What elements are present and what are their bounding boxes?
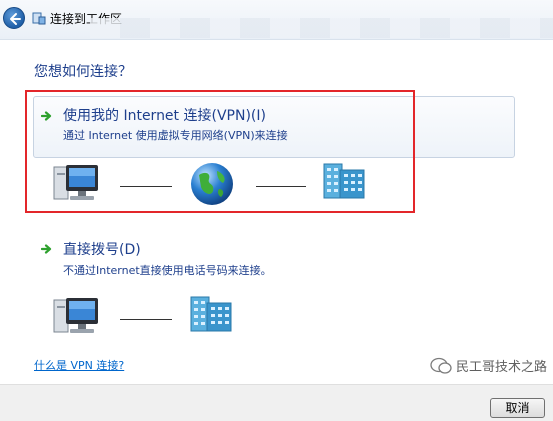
option-dialup-title[interactable]: 直接拨号(D) xyxy=(63,239,141,259)
watermark-text: 民工哥技术之路 xyxy=(456,360,548,375)
title-bar: 连接到工作区 xyxy=(0,0,553,40)
bottom-bar xyxy=(0,384,553,421)
cancel-button[interactable]: 取消 xyxy=(490,398,545,418)
wechat-icon xyxy=(430,357,452,374)
back-arrow-icon xyxy=(10,13,21,25)
help-link-vpn[interactable]: 什么是 VPN 连接? xyxy=(34,357,124,373)
option-dialup-description: 不通过Internet直接使用电话号码来连接。 xyxy=(63,264,272,277)
green-arrow-icon xyxy=(41,244,52,254)
blurred-background xyxy=(90,18,553,38)
back-button[interactable] xyxy=(3,7,25,29)
computer-icon xyxy=(53,298,98,333)
office-building-icon xyxy=(190,296,232,332)
watermark: 民工哥技术之路 xyxy=(430,356,547,375)
highlight-box xyxy=(25,90,415,213)
connection-line xyxy=(120,319,172,320)
network-folder-icon xyxy=(32,12,46,25)
page-question: 您想如何连接？ xyxy=(34,64,132,80)
